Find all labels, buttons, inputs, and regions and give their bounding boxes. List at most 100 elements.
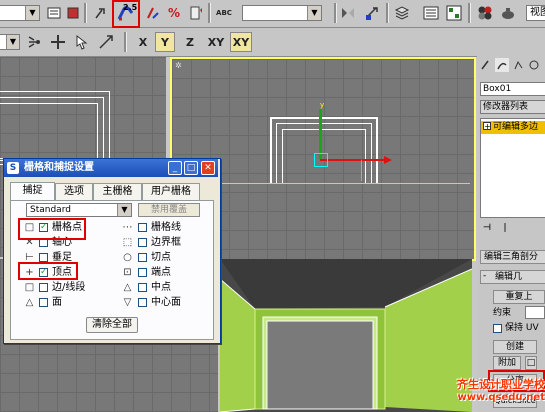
viewport-settings-icon[interactable]: ✲ (175, 61, 182, 70)
midpoint-snap-icon: △ (123, 282, 132, 293)
chevron-down-icon: ▼ (307, 6, 321, 20)
modify-tab[interactable] (495, 58, 509, 72)
center-face-label: 中心面 (151, 297, 181, 308)
hierarchy-tab[interactable] (511, 58, 525, 72)
render-view-dropdown[interactable]: 视图 (526, 5, 545, 21)
axis-dropdown[interactable]: ▼ (0, 34, 20, 50)
grid-lines-checkbox[interactable] (138, 223, 147, 232)
percent-snap-button[interactable]: % (164, 3, 184, 23)
main-toolbar: 视图▼ 2.5 % ABC ▼ (0, 0, 545, 28)
restrict-y-button[interactable]: Y (155, 32, 175, 52)
mirror-button[interactable] (338, 3, 358, 23)
attach-settings-button[interactable]: □ (525, 356, 537, 370)
rotate-button[interactable] (72, 32, 92, 52)
manipulate-icon (95, 8, 105, 19)
y-axis-label: Y (161, 35, 169, 49)
pin-stack-button[interactable]: ⊣ (481, 222, 493, 234)
clear-all-button[interactable]: 清除全部 (86, 317, 138, 333)
watermark-title: 齐生设计职业学校 (457, 378, 545, 391)
tab-home-grid[interactable]: 主栅格 (93, 183, 142, 200)
tangent-label: 切点 (151, 252, 171, 263)
angle-snap-button[interactable] (143, 3, 163, 23)
edit-named-selection-button[interactable]: ABC (214, 3, 234, 23)
scale-button[interactable] (96, 32, 116, 52)
edge-snap-icon: □ (24, 282, 35, 293)
override-off-button[interactable]: 禁用覆盖 (138, 203, 200, 217)
toolbar-separator (468, 3, 471, 23)
hierarchy-tab-icon (514, 60, 523, 70)
endpoint-checkbox[interactable] (138, 268, 147, 277)
select-object-button[interactable] (24, 32, 44, 52)
expand-plus-icon[interactable]: + (483, 122, 491, 131)
constraint-dropdown[interactable] (525, 306, 545, 319)
edge-checkbox[interactable] (39, 283, 48, 292)
tab-options[interactable]: 选项 (55, 183, 93, 200)
list-icon (47, 7, 61, 19)
preset-dropdown[interactable]: Standard ▼ (26, 203, 132, 217)
abc-label: ABC (216, 9, 232, 17)
tab-snaps[interactable]: 捕捉 (10, 182, 55, 200)
tangent-checkbox[interactable] (138, 253, 147, 262)
z-axis-label: Z (186, 35, 194, 49)
bounding-box-checkbox[interactable] (138, 238, 147, 247)
select-arrow-icon (76, 34, 88, 50)
curve-editor-icon (423, 6, 439, 20)
midpoint-checkbox[interactable] (138, 283, 147, 292)
create-button[interactable]: 创建 (493, 340, 537, 354)
create-tab[interactable] (479, 58, 493, 72)
scale-icon (99, 35, 113, 49)
create-tab-icon (481, 60, 489, 70)
snap-highlight-box (112, 0, 140, 28)
grid-line-snap-icon: ⋯ (122, 222, 133, 233)
minimize-button[interactable]: _ (168, 161, 182, 175)
show-end-result-button[interactable]: | (499, 222, 511, 234)
tangent-snap-icon: ○ (123, 252, 132, 263)
x-axis-label: X (138, 35, 148, 49)
move-button[interactable] (48, 32, 68, 52)
close-button[interactable]: ✕ (201, 161, 215, 175)
schematic-icon (446, 5, 462, 21)
render-view-label: 视图 (530, 7, 545, 18)
perpendicular-checkbox[interactable] (39, 253, 48, 262)
rollout-edit-triangulation[interactable]: 编辑三角剖分 (480, 250, 545, 264)
material-editor-button[interactable] (475, 3, 495, 23)
maximize-button[interactable]: □ (184, 161, 198, 175)
layers-icon (394, 6, 410, 20)
selection-filter-button[interactable] (44, 3, 64, 23)
restrict-x-button[interactable]: X (133, 32, 153, 52)
face-snap-icon: △ (25, 297, 34, 308)
schematic-view-button[interactable] (444, 3, 464, 23)
restrict-z-button[interactable]: Z (180, 32, 200, 52)
object-name-field[interactable]: Box01 (480, 82, 545, 96)
motion-tab[interactable] (527, 58, 541, 72)
xy-axis-label: XY (207, 35, 225, 49)
restrict-xy-button[interactable]: XY (204, 32, 228, 52)
center-face-checkbox[interactable] (138, 298, 147, 307)
curve-editor-button[interactable] (421, 3, 441, 23)
render-setup-button[interactable] (498, 3, 518, 23)
named-selection-dropdown[interactable]: ▼ (242, 5, 322, 21)
preserve-uv-checkbox[interactable] (493, 324, 502, 333)
preserve-uv-label: 保持 UV (505, 323, 539, 333)
stack-icon (67, 7, 79, 19)
x-arrow-head (384, 156, 392, 164)
repeat-last-button[interactable]: 重复上 (493, 290, 545, 304)
gizmo-plane-box-2 (340, 159, 362, 181)
spinner-snap-button[interactable] (186, 3, 206, 23)
modifier-list-dropdown[interactable]: 修改器列表 (480, 100, 545, 114)
rollout-edit-geometry[interactable]: 编辑几 (480, 270, 545, 284)
tab-user-grid[interactable]: 用户栅格 (142, 183, 200, 200)
view-dropdown[interactable]: 视图▼ (0, 5, 40, 21)
attach-button[interactable]: 附加 (493, 356, 521, 370)
move-icon (51, 35, 65, 49)
named-selection-button[interactable] (63, 3, 83, 23)
select-manipulate-button[interactable] (90, 3, 110, 23)
toolbar-separator (84, 3, 87, 23)
layer-manager-button[interactable] (392, 3, 412, 23)
restrict-plane-button[interactable]: XY (230, 32, 252, 52)
grid-points-highlight (18, 218, 86, 240)
watermark-url: www.qsedu.net (457, 392, 545, 403)
face-checkbox[interactable] (39, 298, 48, 307)
align-button[interactable] (362, 3, 382, 23)
modify-tab-icon (497, 62, 507, 70)
